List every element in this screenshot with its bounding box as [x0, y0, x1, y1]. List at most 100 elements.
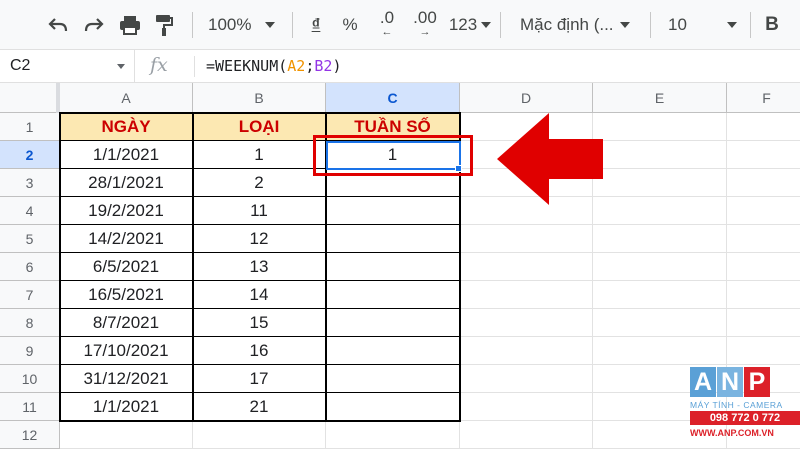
cell-f2[interactable] — [727, 141, 800, 169]
cell-f6[interactable] — [727, 253, 800, 281]
cell-d7[interactable] — [460, 281, 593, 309]
row-header-7[interactable]: 7 — [0, 281, 60, 309]
cell-b1[interactable]: LOẠI — [193, 113, 326, 141]
column-header-d[interactable]: D — [460, 83, 593, 113]
cell-d10[interactable] — [460, 365, 593, 393]
row-header-9[interactable]: 9 — [0, 337, 60, 365]
cell-f1[interactable] — [727, 113, 800, 141]
cell-e9[interactable] — [593, 337, 727, 365]
name-box[interactable]: C2 — [0, 50, 135, 83]
cell-c12[interactable] — [326, 421, 460, 449]
cell-d11[interactable] — [460, 393, 593, 421]
cell-d12[interactable] — [460, 421, 593, 449]
logo-letter-p: P — [744, 367, 770, 397]
zoom-select[interactable]: 100% — [208, 9, 288, 41]
toolbar: 100% ₫ % .0 ← .00 → 123 Mặc định (... 10… — [0, 0, 800, 50]
decrease-decimal-button[interactable]: .0 ← — [372, 9, 402, 41]
cell-e5[interactable] — [593, 225, 727, 253]
cell-d8[interactable] — [460, 309, 593, 337]
cell-a7[interactable]: 16/5/2021 — [60, 281, 193, 309]
column-header-f[interactable]: F — [727, 83, 800, 113]
cell-f3[interactable] — [727, 169, 800, 197]
row-header-10[interactable]: 10 — [0, 365, 60, 393]
formula-input[interactable]: =WEEKNUM(A2;B2) — [206, 57, 341, 75]
undo-icon[interactable] — [44, 9, 72, 41]
cell-f9[interactable] — [727, 337, 800, 365]
cell-a5[interactable]: 14/2/2021 — [60, 225, 193, 253]
cell-f8[interactable] — [727, 309, 800, 337]
cell-d6[interactable] — [460, 253, 593, 281]
cell-b7[interactable]: 14 — [193, 281, 326, 309]
cell-c8[interactable] — [326, 309, 460, 337]
paint-format-icon[interactable] — [150, 9, 178, 41]
row-header-6[interactable]: 6 — [0, 253, 60, 281]
cell-e8[interactable] — [593, 309, 727, 337]
row-header-1[interactable]: 1 — [0, 113, 60, 141]
cell-c6[interactable] — [326, 253, 460, 281]
cell-e7[interactable] — [593, 281, 727, 309]
cell-f7[interactable] — [727, 281, 800, 309]
cell-b12[interactable] — [193, 421, 326, 449]
cell-a1[interactable]: NGÀY — [60, 113, 193, 141]
cell-a10[interactable]: 31/12/2021 — [60, 365, 193, 393]
select-all-corner[interactable] — [0, 83, 60, 113]
column-header-b[interactable]: B — [193, 83, 326, 113]
percent-button[interactable]: % — [338, 9, 362, 41]
column-header-a[interactable]: A — [60, 83, 193, 113]
cell-b4[interactable]: 11 — [193, 197, 326, 225]
cell-e1[interactable] — [593, 113, 727, 141]
font-size-select[interactable]: 10 — [668, 9, 744, 41]
currency-button[interactable]: ₫ — [304, 9, 328, 41]
cell-a11[interactable]: 1/1/2021 — [60, 393, 193, 421]
bold-button[interactable]: B — [760, 9, 784, 41]
cell-c5[interactable] — [326, 225, 460, 253]
row-header-12[interactable]: 12 — [0, 421, 60, 449]
increase-decimal-button[interactable]: .00 → — [408, 9, 442, 41]
print-icon[interactable] — [116, 9, 144, 41]
cell-c7[interactable] — [326, 281, 460, 309]
cell-b9[interactable]: 16 — [193, 337, 326, 365]
cell-c11[interactable] — [326, 393, 460, 421]
table-border — [59, 224, 461, 225]
cell-b8[interactable]: 15 — [193, 309, 326, 337]
cell-a2[interactable]: 1/1/2021 — [60, 141, 193, 169]
font-family-select[interactable]: Mặc định (... — [520, 9, 644, 41]
cell-b2[interactable]: 1 — [193, 141, 326, 169]
cell-a4[interactable]: 19/2/2021 — [60, 197, 193, 225]
row-header-4[interactable]: 4 — [0, 197, 60, 225]
spreadsheet-grid[interactable]: A B C D E F 1 NGÀY LOẠI TUẦN SỐ 2 1/1/2021 1 1 3 28/1/2… — [0, 83, 800, 450]
cell-a8[interactable]: 8/7/2021 — [60, 309, 193, 337]
cell-b6[interactable]: 13 — [193, 253, 326, 281]
cell-f4[interactable] — [727, 197, 800, 225]
cell-c10[interactable] — [326, 365, 460, 393]
cell-a3[interactable]: 28/1/2021 — [60, 169, 193, 197]
column-header-e[interactable]: E — [593, 83, 727, 113]
cell-d9[interactable] — [460, 337, 593, 365]
cell-b3[interactable]: 2 — [193, 169, 326, 197]
redo-icon[interactable] — [80, 9, 108, 41]
cell-e6[interactable] — [593, 253, 727, 281]
row-header-11[interactable]: 11 — [0, 393, 60, 421]
cell-a12[interactable] — [60, 421, 193, 449]
cell-e2[interactable] — [593, 141, 727, 169]
cell-e4[interactable] — [593, 197, 727, 225]
cell-f5[interactable] — [727, 225, 800, 253]
cell-b5[interactable]: 12 — [193, 225, 326, 253]
cell-b10[interactable]: 17 — [193, 365, 326, 393]
toolbar-divider — [292, 12, 293, 38]
row-header-3[interactable]: 3 — [0, 169, 60, 197]
logo-phone: 098 772 0 772 — [690, 411, 800, 425]
column-header-c[interactable]: C — [326, 83, 460, 113]
more-formats-button[interactable]: 123 — [446, 9, 494, 41]
cell-d5[interactable] — [460, 225, 593, 253]
cell-c4[interactable] — [326, 197, 460, 225]
row-header-8[interactable]: 8 — [0, 309, 60, 337]
cell-e3[interactable] — [593, 169, 727, 197]
cell-a6[interactable]: 6/5/2021 — [60, 253, 193, 281]
cell-c9[interactable] — [326, 337, 460, 365]
row-header-5[interactable]: 5 — [0, 225, 60, 253]
cell-a9[interactable]: 17/10/2021 — [60, 337, 193, 365]
function-icon: fx — [150, 54, 168, 76]
row-header-2[interactable]: 2 — [0, 141, 60, 169]
cell-b11[interactable]: 21 — [193, 393, 326, 421]
